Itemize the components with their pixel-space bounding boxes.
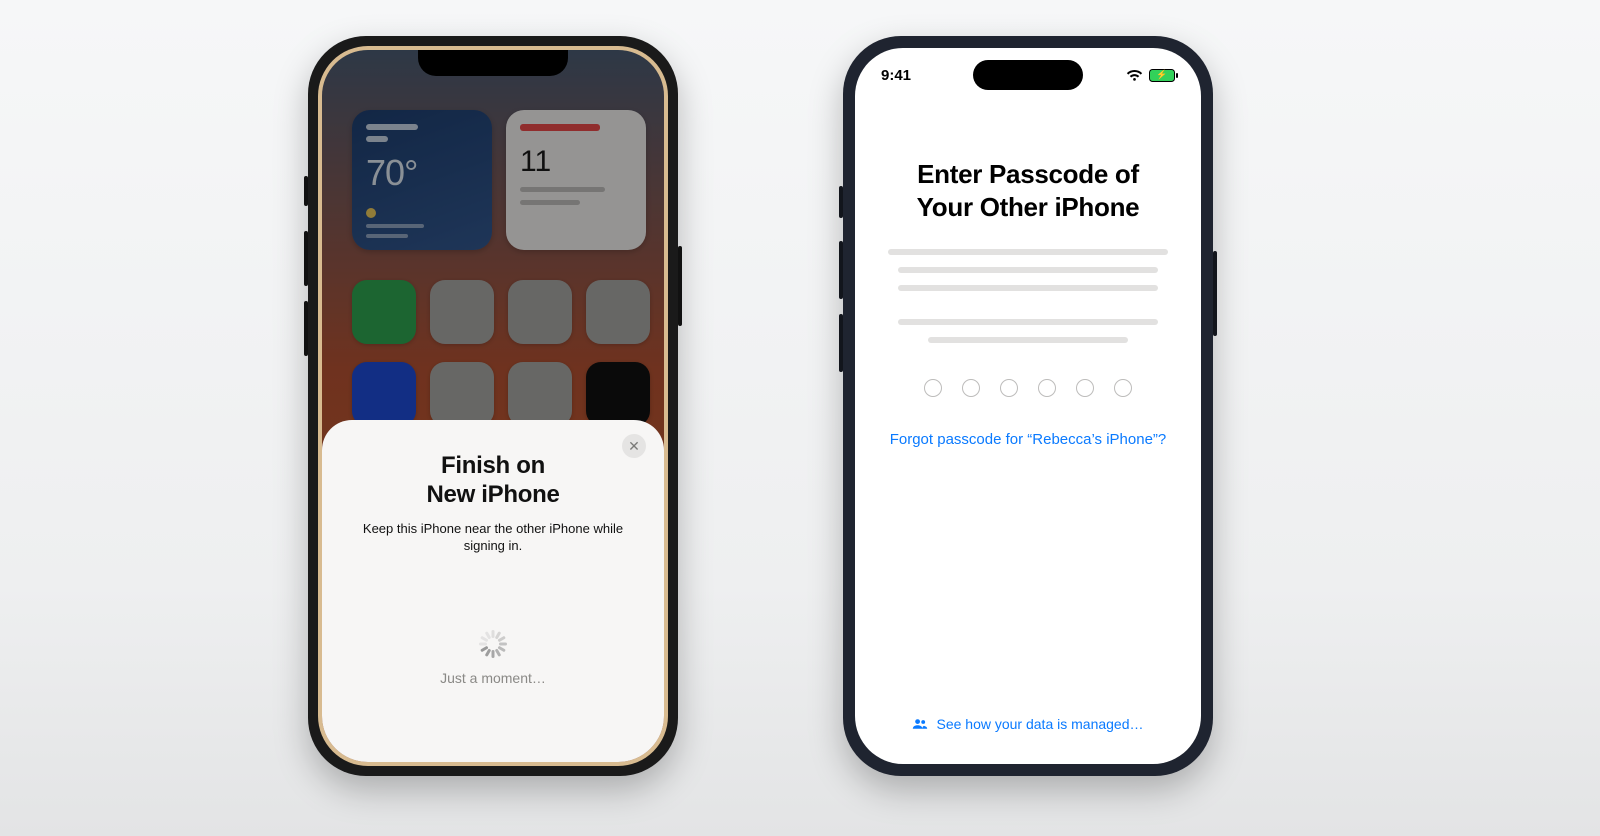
- passcode-dot: [1076, 379, 1094, 397]
- passcode-dot: [1038, 379, 1056, 397]
- calendar-widget: 11: [506, 110, 646, 250]
- placeholder-line: [898, 267, 1158, 273]
- app-icon: [586, 280, 650, 344]
- action-button: [839, 186, 843, 218]
- old-iphone-device: 70° 11 ✕ Finish on New i: [308, 36, 678, 776]
- people-icon: [912, 718, 928, 730]
- side-button: [1213, 251, 1217, 336]
- calendar-day: 11: [520, 145, 632, 179]
- app-icon: [430, 280, 494, 344]
- volume-up-button: [304, 231, 308, 286]
- battery-charging-icon: ⚡: [1149, 69, 1175, 82]
- volume-down-button: [839, 314, 843, 372]
- app-icon: [352, 280, 416, 344]
- volume-up-button: [839, 241, 843, 299]
- passcode-dot: [1000, 379, 1018, 397]
- wifi-icon: [1126, 69, 1143, 82]
- forgot-passcode-link[interactable]: Forgot passcode for “Rebecca’s iPhone”?: [885, 431, 1171, 448]
- data-managed-link[interactable]: See how your data is managed…: [855, 716, 1201, 732]
- placeholder-line: [898, 319, 1158, 325]
- volume-down-button: [304, 301, 308, 356]
- sheet-subtitle: Keep this iPhone near the other iPhone w…: [350, 520, 636, 555]
- passcode-title: Enter Passcode of Your Other iPhone: [885, 158, 1171, 223]
- finish-on-new-iphone-sheet: ✕ Finish on New iPhone Keep this iPhone …: [322, 420, 664, 762]
- placeholder-line: [888, 249, 1168, 255]
- side-button: [678, 246, 682, 326]
- app-icon: [430, 362, 494, 426]
- weather-widget: 70°: [352, 110, 492, 250]
- data-managed-label: See how your data is managed…: [936, 716, 1143, 732]
- passcode-dot: [1114, 379, 1132, 397]
- passcode-dot: [924, 379, 942, 397]
- status-time: 9:41: [881, 67, 911, 84]
- mute-switch: [304, 176, 308, 206]
- close-icon[interactable]: ✕: [622, 434, 646, 458]
- app-icon: [508, 280, 572, 344]
- sheet-title: Finish on New iPhone: [350, 452, 636, 510]
- dynamic-island: [973, 60, 1083, 90]
- new-iphone-device: 9:41 ⚡ Enter Passcode of Your Other iPho…: [843, 36, 1213, 776]
- placeholder-line: [928, 337, 1128, 343]
- app-icon: [586, 362, 650, 426]
- spinner-icon: [479, 630, 507, 658]
- sun-icon: [366, 208, 376, 218]
- weather-temperature: 70°: [366, 152, 478, 194]
- passcode-dot: [962, 379, 980, 397]
- notch: [418, 50, 568, 76]
- new-iphone-screen: 9:41 ⚡ Enter Passcode of Your Other iPho…: [855, 48, 1201, 764]
- old-iphone-screen: 70° 11 ✕ Finish on New i: [322, 50, 664, 762]
- placeholder-line: [898, 285, 1158, 291]
- app-icon: [508, 362, 572, 426]
- passcode-input[interactable]: [885, 379, 1171, 397]
- sheet-status: Just a moment…: [322, 670, 664, 686]
- app-icon: [352, 362, 416, 426]
